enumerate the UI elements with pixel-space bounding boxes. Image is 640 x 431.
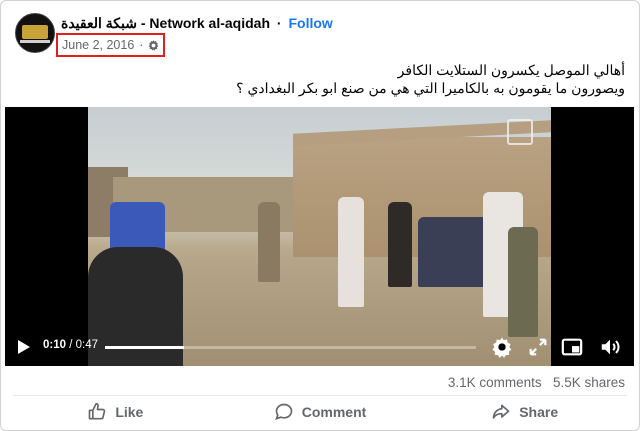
comment-label: Comment — [301, 404, 367, 420]
fullscreen-expand-icon[interactable] — [527, 336, 549, 358]
watermark-logo — [507, 119, 533, 145]
settings-gear-icon[interactable] — [491, 336, 513, 358]
comments-count[interactable]: 3.1K comments — [448, 375, 542, 390]
volume-icon[interactable] — [599, 336, 621, 358]
page-avatar[interactable] — [15, 13, 55, 53]
page-title-line: شبكة العقيدة - Network al-aqidah · Follo… — [61, 15, 333, 32]
shares-count[interactable]: 5.5K shares — [553, 375, 625, 390]
video-controls: 0:10 / 0:47 — [5, 328, 634, 366]
picture-in-picture-icon[interactable] — [561, 336, 583, 358]
like-label: Like — [115, 404, 144, 420]
progress-bar[interactable] — [105, 346, 476, 349]
separator-dot: · — [276, 15, 282, 31]
page-name-link[interactable]: شبكة العقيدة - Network al-aqidah — [61, 15, 270, 31]
like-button[interactable]: Like — [13, 397, 218, 427]
share-arrow-icon — [492, 404, 510, 419]
share-button[interactable]: Share — [422, 397, 627, 427]
current-time: 0:10 — [43, 339, 67, 351]
post-meta-highlight: June 2, 2016 · — [56, 33, 166, 57]
post-card: شبكة العقيدة - Network al-aqidah · Follo… — [0, 0, 640, 431]
follow-button[interactable]: Follow — [288, 15, 332, 31]
time-display: 0:10 / 0:47 — [43, 339, 98, 351]
engagement-stats: 3.1K comments 5.5K shares — [448, 375, 625, 390]
post-date-link[interactable]: June 2, 2016 — [62, 38, 134, 52]
divider — [13, 395, 627, 396]
duration: / 0:47 — [66, 339, 98, 351]
post-caption: أهالي الموصل يكسرون الستلايت الكافر ويصو… — [65, 61, 625, 97]
video-player[interactable]: 0:10 / 0:47 — [5, 107, 634, 366]
post-header: شبكة العقيدة - Network al-aqidah · Follo… — [15, 13, 615, 57]
comment-button[interactable]: Comment — [218, 397, 423, 427]
comment-bubble-icon — [274, 403, 293, 421]
caption-line-2: ويصورون ما يقومون به بالكاميرا التي هي م… — [236, 80, 625, 96]
thumbs-up-icon — [88, 402, 106, 420]
meta-dot: · — [139, 38, 144, 52]
play-button[interactable] — [18, 340, 30, 354]
caption-line-1: أهالي الموصل يكسرون الستلايت الكافر — [397, 62, 625, 78]
share-label: Share — [519, 404, 559, 420]
gear-icon — [148, 39, 159, 51]
progress-fill — [105, 346, 185, 349]
action-bar: Like Comment Share — [13, 397, 627, 427]
